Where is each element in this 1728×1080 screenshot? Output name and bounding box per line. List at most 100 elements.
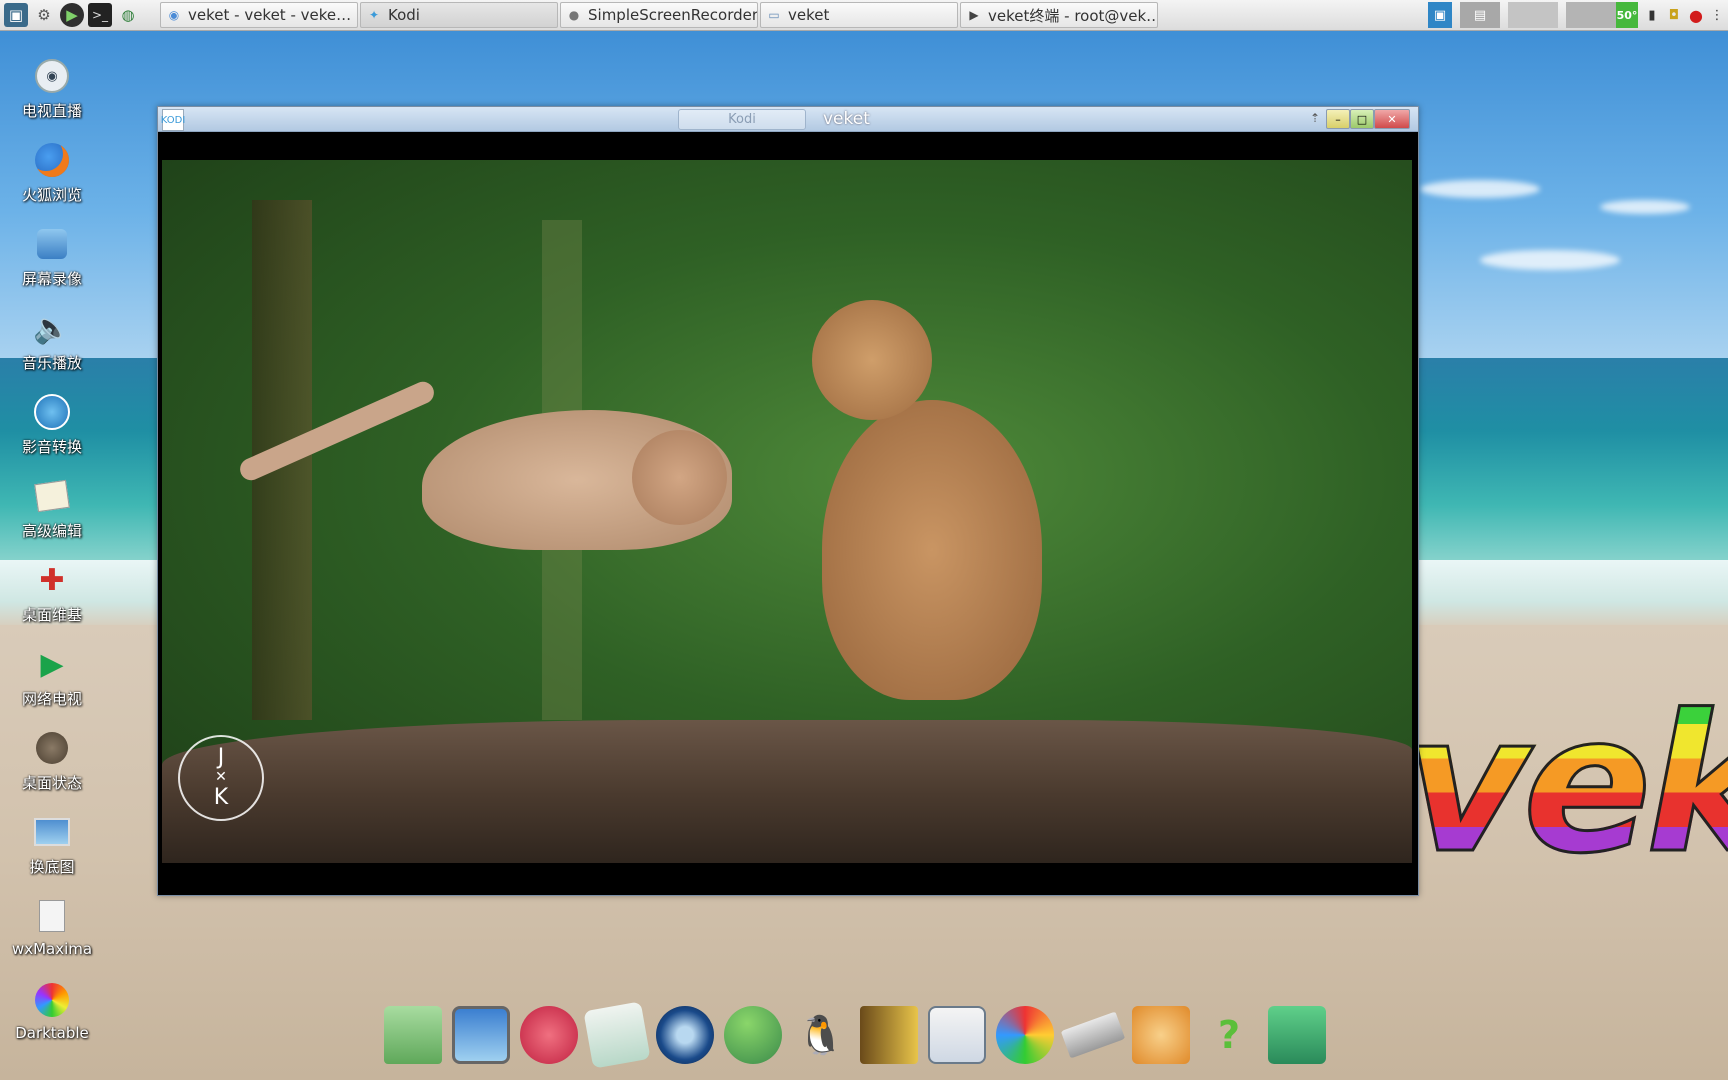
folder-icon[interactable] — [384, 1006, 442, 1064]
status-icon — [32, 728, 72, 768]
icon-label: 影音转换 — [21, 438, 82, 456]
watermark-cross-icon: ✕ — [215, 769, 227, 786]
cpu-temperature[interactable]: 50° — [1616, 2, 1638, 28]
top-taskbar: ▣ ⚙ ▶ >_ ◍ ◉ veket - veket - veke… ✦ Kod… — [0, 0, 1728, 31]
paint-palette-icon[interactable] — [996, 1006, 1054, 1064]
desktop-icon-change-wallpaper[interactable]: 换底图 — [6, 812, 98, 877]
desktop-icon-music-player[interactable]: 🔈 音乐播放 — [6, 308, 98, 373]
penguin-icon[interactable]: 🐧 — [792, 1006, 850, 1064]
video-viewport[interactable]: J ✕ K — [162, 132, 1412, 891]
desktop-icon-media-convert[interactable]: 影音转换 — [6, 392, 98, 457]
kodi-icon: ✦ — [368, 8, 380, 22]
desktop-pager-2[interactable] — [1508, 2, 1558, 28]
desktop-icon-firefox[interactable]: 火狐浏览 — [6, 140, 98, 205]
maxima-icon — [32, 896, 72, 936]
firefox-icon — [32, 140, 72, 180]
task-terminal[interactable]: ▶ veket终端 - root@vek… — [960, 2, 1158, 28]
settings-gear-icon[interactable]: ⚙ — [32, 3, 56, 27]
task-browser[interactable]: ◉ veket - veket - veke… — [160, 2, 358, 28]
power-icon[interactable]: ● — [1686, 2, 1706, 28]
tree-branch — [162, 720, 1412, 863]
task-screen-recorder[interactable]: ● SimpleScreenRecorder — [560, 2, 758, 28]
usb-drive-icon[interactable] — [1060, 1011, 1126, 1059]
minimize-icon: – — [1335, 112, 1341, 126]
watermark-letter: J — [217, 745, 225, 771]
play-icon[interactable]: ▶ — [60, 3, 84, 27]
cloud — [1480, 250, 1620, 270]
wallpaper-icon — [32, 812, 72, 852]
monkey-right-head — [812, 300, 932, 420]
desktop-icon-wxmaxima[interactable]: wxMaxima — [6, 896, 98, 958]
hedgehog-icon[interactable] — [520, 1006, 578, 1064]
monkey-left-head — [632, 430, 727, 525]
storage-icon[interactable]: ◘ — [1664, 2, 1684, 28]
icon-label: wxMaxima — [11, 940, 93, 958]
desktop-pager-1[interactable]: ▤ — [1460, 2, 1500, 28]
browser-icon: ◉ — [168, 8, 180, 22]
speaker-icon: 🔈 — [33, 310, 71, 346]
video-frame-monkeys: J ✕ K — [162, 160, 1412, 863]
desktop-icon-desktop-wiki[interactable]: ✚ 桌面维基 — [6, 560, 98, 625]
desktop-icon-web-tv[interactable]: ▶ 网络电视 — [6, 644, 98, 709]
minimize-button[interactable]: – — [1326, 109, 1350, 129]
text-editor-icon — [32, 476, 72, 516]
icon-label: 网络电视 — [21, 690, 82, 708]
desktop-icon-screen-record[interactable]: 屏幕录像 — [6, 224, 98, 289]
desktop-icon-advanced-editor[interactable]: 高级编辑 — [6, 476, 98, 541]
desktop-icon-desktop-status[interactable]: 桌面状态 — [6, 728, 98, 793]
icon-label: 桌面维基 — [21, 606, 82, 624]
terminal-icon[interactable]: >_ — [88, 3, 112, 27]
media-player-icon[interactable] — [656, 1006, 714, 1064]
chart-icon[interactable] — [928, 1006, 986, 1064]
recorder-icon: ● — [568, 8, 580, 22]
help-icon[interactable]: ? — [1200, 1006, 1258, 1064]
media-convert-icon — [32, 392, 72, 432]
icon-label: 高级编辑 — [21, 522, 82, 540]
notepad-icon[interactable] — [583, 1001, 651, 1069]
wiki-icon: ✚ — [39, 562, 65, 598]
bottom-dock: 🐧 ? — [384, 1000, 1326, 1069]
window-title: veket — [823, 109, 870, 129]
more-icon[interactable]: ⋮ — [1708, 2, 1726, 28]
cloud — [1420, 180, 1540, 198]
pin-icon[interactable]: ⇡ — [1304, 109, 1326, 127]
task-label: veket终端 - root@vek… — [988, 6, 1158, 25]
task-label: veket — [788, 6, 830, 24]
kodi-app-icon[interactable]: KODI — [161, 109, 185, 131]
terminal-icon: ▶ — [969, 8, 979, 22]
icon-label: 桌面状态 — [21, 774, 82, 792]
task-label: veket - veket - veke… — [188, 6, 352, 24]
icon-label: 换底图 — [29, 858, 75, 876]
mascot-icon[interactable] — [1132, 1006, 1190, 1064]
users-icon[interactable] — [724, 1006, 782, 1064]
monkey-right-body — [822, 400, 1042, 700]
camera-icon[interactable] — [1268, 1006, 1326, 1064]
network-monitor-icon[interactable]: ▣ — [1428, 2, 1452, 28]
task-folder[interactable]: ▭ veket — [760, 2, 958, 28]
icon-label: 电视直播 — [21, 102, 82, 120]
window-tab-kodi[interactable]: Kodi — [678, 109, 806, 130]
veket-logo: veket — [1404, 688, 1728, 881]
desktop-icon-tv-live[interactable]: ◉ 电视直播 — [6, 56, 98, 121]
window-titlebar[interactable]: KODI Kodi veket ⇡ – □ ✕ — [158, 107, 1418, 132]
close-icon: ✕ — [1387, 112, 1397, 126]
address-book-icon[interactable] — [860, 1006, 918, 1064]
icon-label: 屏幕录像 — [21, 270, 82, 288]
close-button[interactable]: ✕ — [1374, 109, 1410, 129]
cloud — [1600, 200, 1690, 214]
task-label: Kodi — [388, 6, 420, 24]
desktop-icon-darktable[interactable]: Darktable — [6, 980, 98, 1042]
monitor-icon[interactable] — [452, 1006, 510, 1064]
kodi-window: KODI Kodi veket ⇡ – □ ✕ J ✕ K — [157, 106, 1419, 896]
desktop-pager-3[interactable] — [1566, 2, 1616, 28]
battery-icon[interactable]: ▮ — [1642, 2, 1662, 28]
task-kodi[interactable]: ✦ Kodi — [360, 2, 558, 28]
system-monitor-icon[interactable]: ▣ — [4, 3, 28, 27]
globe-icon[interactable]: ◍ — [116, 3, 140, 27]
maximize-icon: □ — [1356, 112, 1368, 126]
icon-label: Darktable — [15, 1024, 89, 1042]
task-label: SimpleScreenRecorder — [588, 6, 758, 24]
folder-icon: ▭ — [768, 8, 780, 22]
darktable-icon — [32, 980, 72, 1020]
maximize-button[interactable]: □ — [1350, 109, 1374, 129]
